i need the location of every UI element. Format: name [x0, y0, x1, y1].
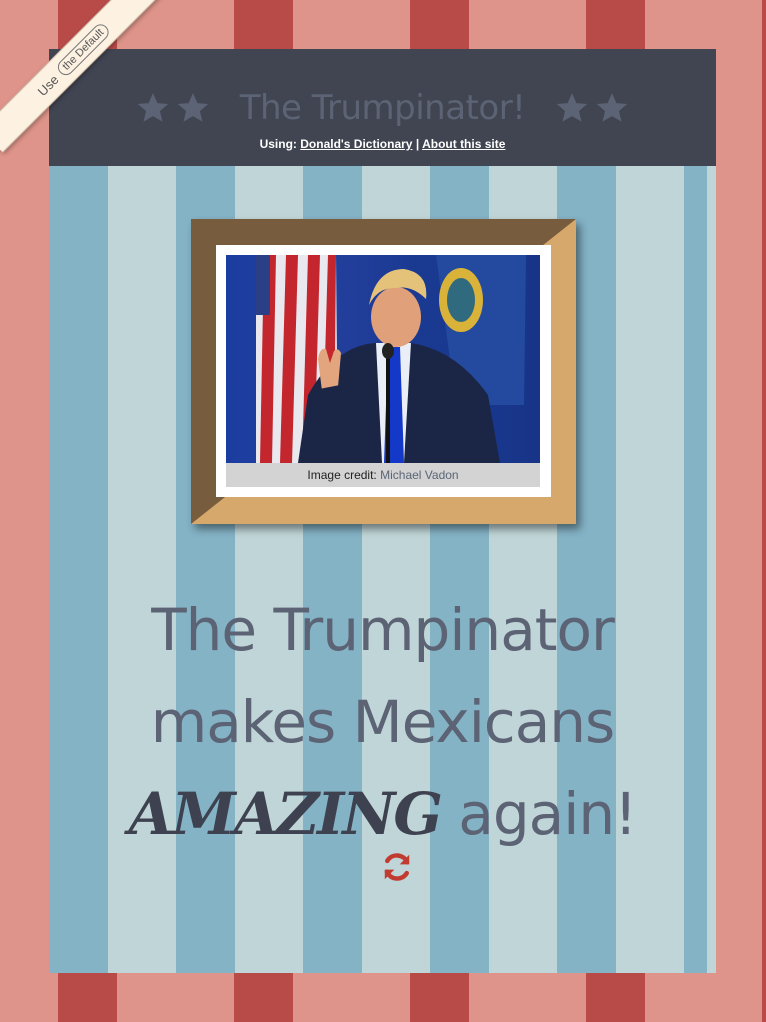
- slogan-line-2: makes Mexicans: [150, 688, 615, 756]
- credit-label: Image credit:: [307, 468, 377, 482]
- refresh-icon[interactable]: [380, 850, 414, 884]
- dictionary-link[interactable]: Donald's Dictionary: [300, 137, 412, 151]
- picture-frame: Image credit: Michael Vadon: [191, 219, 576, 524]
- subnav: Using: Donald's Dictionary | About this …: [49, 137, 716, 151]
- slogan-line-1: The Trumpinator: [151, 596, 615, 664]
- page-panel: The Trumpinator! Using: Donald's Diction…: [49, 49, 716, 973]
- image-credit: Image credit: Michael Vadon: [226, 463, 540, 487]
- site-title: The Trumpinator!: [239, 88, 526, 128]
- about-link[interactable]: About this site: [422, 137, 505, 151]
- star-icon: [555, 91, 589, 125]
- star-icon: [136, 91, 170, 125]
- star-icon: [176, 91, 210, 125]
- title-row: The Trumpinator!: [49, 85, 716, 131]
- picture-mat: Image credit: Michael Vadon: [216, 245, 551, 497]
- slogan-line-3: AMAZING again!: [49, 768, 716, 860]
- left-stars: [136, 91, 210, 125]
- slogan-emphasis: AMAZING: [128, 780, 443, 848]
- ribbon-prefix: Use: [34, 71, 62, 99]
- right-stars: [555, 91, 629, 125]
- generated-slogan: The Trumpinator makes Mexicans AMAZING a…: [49, 584, 716, 860]
- star-icon: [595, 91, 629, 125]
- using-label: Using:: [259, 137, 297, 151]
- credit-name[interactable]: Michael Vadon: [380, 468, 459, 482]
- slogan-ending: again!: [440, 780, 637, 848]
- site-header: The Trumpinator! Using: Donald's Diction…: [49, 49, 716, 166]
- nav-separator: |: [415, 137, 420, 151]
- speaker-photo: [226, 255, 540, 463]
